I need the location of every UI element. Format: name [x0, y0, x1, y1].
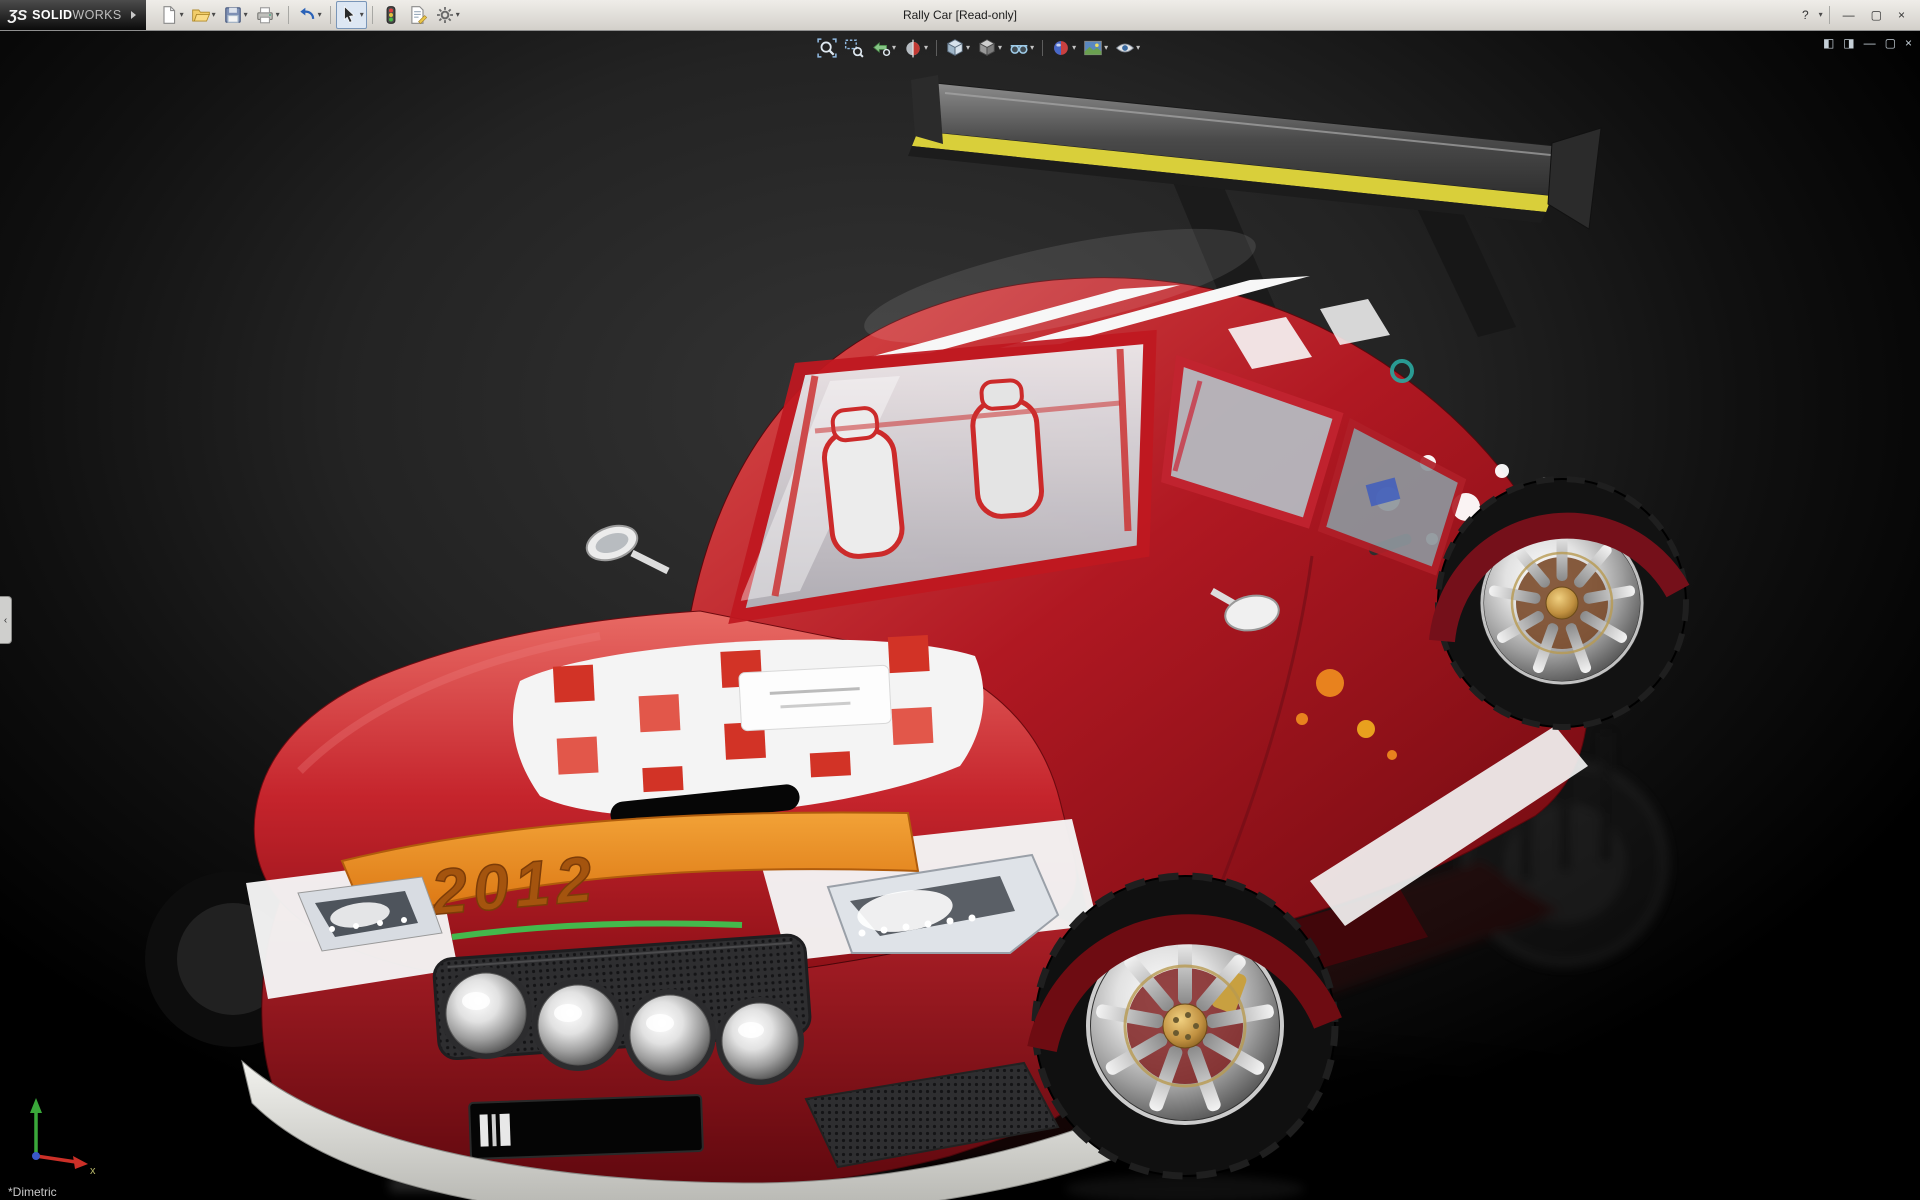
- previous-view-icon: [873, 41, 891, 57]
- heads-up-view-toolbar: ▾ ▾ ▾ ▾ ▾ ▾ ▾ ▾: [815, 34, 1142, 62]
- main-toolbar: ▾ ▾ ▾ ▾ ▾ ▾ ▾: [146, 1, 463, 29]
- undo-button[interactable]: ▾: [294, 1, 325, 29]
- titlebar: ƷS SOLIDWORKS ▾ ▾ ▾ ▾ ▾ ▾ ▾ Rally Car [R…: [0, 0, 1920, 31]
- hide-show-items-button[interactable]: ▾: [1007, 34, 1036, 62]
- zoom-to-fit-button[interactable]: [815, 34, 839, 62]
- close-button[interactable]: ×: [1891, 5, 1912, 25]
- window-controls: ? ▾ — ▢ ×: [1795, 5, 1920, 25]
- y-axis-arrow: [30, 1098, 42, 1113]
- dropdown-caret-icon[interactable]: ▾: [892, 44, 896, 52]
- dropdown-caret-icon[interactable]: ▾: [1072, 44, 1076, 52]
- view-orientation-icon: [947, 39, 963, 56]
- toolbar-separator: [371, 6, 373, 24]
- appearance-sphere-icon: [1054, 41, 1068, 55]
- save-floppy-icon: [224, 7, 241, 23]
- dropdown-caret-icon[interactable]: ▾: [1136, 44, 1140, 52]
- solidworks-logo-glyph: ƷS: [8, 6, 28, 24]
- x-axis-label: x: [90, 1165, 96, 1177]
- dropdown-caret-icon[interactable]: ▾: [456, 11, 460, 19]
- x-axis-arrow: [73, 1156, 88, 1169]
- rebuild-stoplight-icon: [386, 6, 396, 24]
- rebuild-button[interactable]: [378, 1, 404, 29]
- z-axis-dot: [32, 1152, 40, 1160]
- toolbar-separator: [1828, 6, 1830, 24]
- print-icon: [256, 7, 273, 24]
- scene-icon: [1084, 40, 1102, 56]
- zoom-to-fit-icon: [817, 38, 837, 58]
- section-view-button[interactable]: ▾: [901, 34, 930, 62]
- dropdown-caret-icon[interactable]: ▾: [276, 11, 280, 19]
- view-orientation-button[interactable]: ▾: [943, 34, 972, 62]
- toolbar-separator: [329, 6, 331, 24]
- reference-triad: x: [30, 1098, 96, 1177]
- document-window-controls: ◧ ◨ — ▢ ×: [1823, 35, 1912, 51]
- dropdown-caret-icon[interactable]: ▾: [318, 11, 322, 19]
- graphics-area[interactable]: 2012 ▾ ▾ ▾ ▾ ▾ ▾ ▾ ▾ ◧ ◨ — ▢ × ‹ x *Dime…: [0, 31, 1920, 1200]
- zoom-to-area-button[interactable]: [842, 34, 866, 62]
- collapse-arrow-icon: ‹: [3, 614, 8, 626]
- new-document-button[interactable]: ▾: [156, 1, 187, 29]
- doc-minimize-button[interactable]: —: [1864, 35, 1876, 51]
- dropdown-caret-icon[interactable]: ▾: [244, 11, 248, 19]
- apply-scene-button[interactable]: ▾: [1081, 34, 1110, 62]
- display-style-icon: [979, 39, 995, 56]
- file-properties-icon: [411, 6, 427, 25]
- dropdown-caret-icon[interactable]: ▾: [1030, 44, 1034, 52]
- open-folder-icon: [191, 9, 210, 22]
- open-button[interactable]: ▾: [188, 1, 219, 29]
- minimize-button[interactable]: —: [1836, 5, 1862, 25]
- left-mirror[interactable]: [582, 520, 670, 575]
- toolbar-separator: [287, 6, 289, 24]
- file-properties-button[interactable]: [405, 1, 431, 29]
- help-button[interactable]: ?: [1795, 5, 1816, 25]
- doc-restore-button[interactable]: ▢: [1885, 35, 1896, 51]
- dropdown-caret-icon[interactable]: ▾: [360, 11, 364, 19]
- previous-view-button[interactable]: ▾: [869, 34, 898, 62]
- maximize-button[interactable]: ▢: [1864, 5, 1889, 25]
- eye-icon: [1116, 43, 1135, 53]
- dropdown-caret-icon[interactable]: ▾: [1104, 44, 1108, 52]
- save-button[interactable]: ▾: [220, 1, 251, 29]
- edit-appearance-button[interactable]: ▾: [1049, 34, 1078, 62]
- zoom-to-area-icon: [844, 39, 864, 58]
- dropdown-caret-icon[interactable]: ▾: [212, 11, 216, 19]
- toolbar-separator: [936, 40, 938, 56]
- view-orientation-label: *Dimetric: [8, 1185, 57, 1199]
- logo-expand-icon[interactable]: [130, 11, 136, 19]
- display-style-button[interactable]: ▾: [975, 34, 1004, 62]
- dropdown-caret-icon[interactable]: ▾: [180, 11, 184, 19]
- dropdown-caret-icon[interactable]: ▾: [924, 44, 928, 52]
- solidworks-logo: ƷS SOLIDWORKS: [0, 0, 146, 30]
- section-view-icon: [906, 39, 920, 58]
- options-button[interactable]: ▾: [432, 1, 463, 29]
- options-gear-icon: [436, 7, 453, 23]
- license-plate: [468, 1094, 704, 1160]
- toolbar-separator: [1042, 40, 1044, 56]
- year-decal: 2012: [428, 842, 601, 928]
- undo-icon: [300, 7, 314, 19]
- dropdown-caret-icon[interactable]: ▾: [998, 44, 1002, 52]
- new-document-icon: [163, 6, 175, 24]
- solidworks-logo-text: SOLIDWORKS: [32, 8, 122, 22]
- help-caret-icon[interactable]: ▾: [1819, 11, 1823, 19]
- pane-right-icon[interactable]: ◨: [1843, 35, 1854, 51]
- view-settings-button[interactable]: ▾: [1113, 34, 1142, 62]
- glasses-icon: [1010, 45, 1028, 54]
- dropdown-caret-icon[interactable]: ▾: [966, 44, 970, 52]
- pane-left-icon[interactable]: ◧: [1823, 35, 1834, 51]
- select-cursor-icon: [343, 5, 355, 23]
- select-button[interactable]: ▾: [335, 1, 367, 29]
- doc-close-button[interactable]: ×: [1905, 35, 1912, 51]
- featuremanager-collapse-tab[interactable]: ‹: [0, 596, 12, 644]
- rally-car-model[interactable]: 2012: [0, 31, 1920, 1200]
- print-button[interactable]: ▾: [252, 1, 283, 29]
